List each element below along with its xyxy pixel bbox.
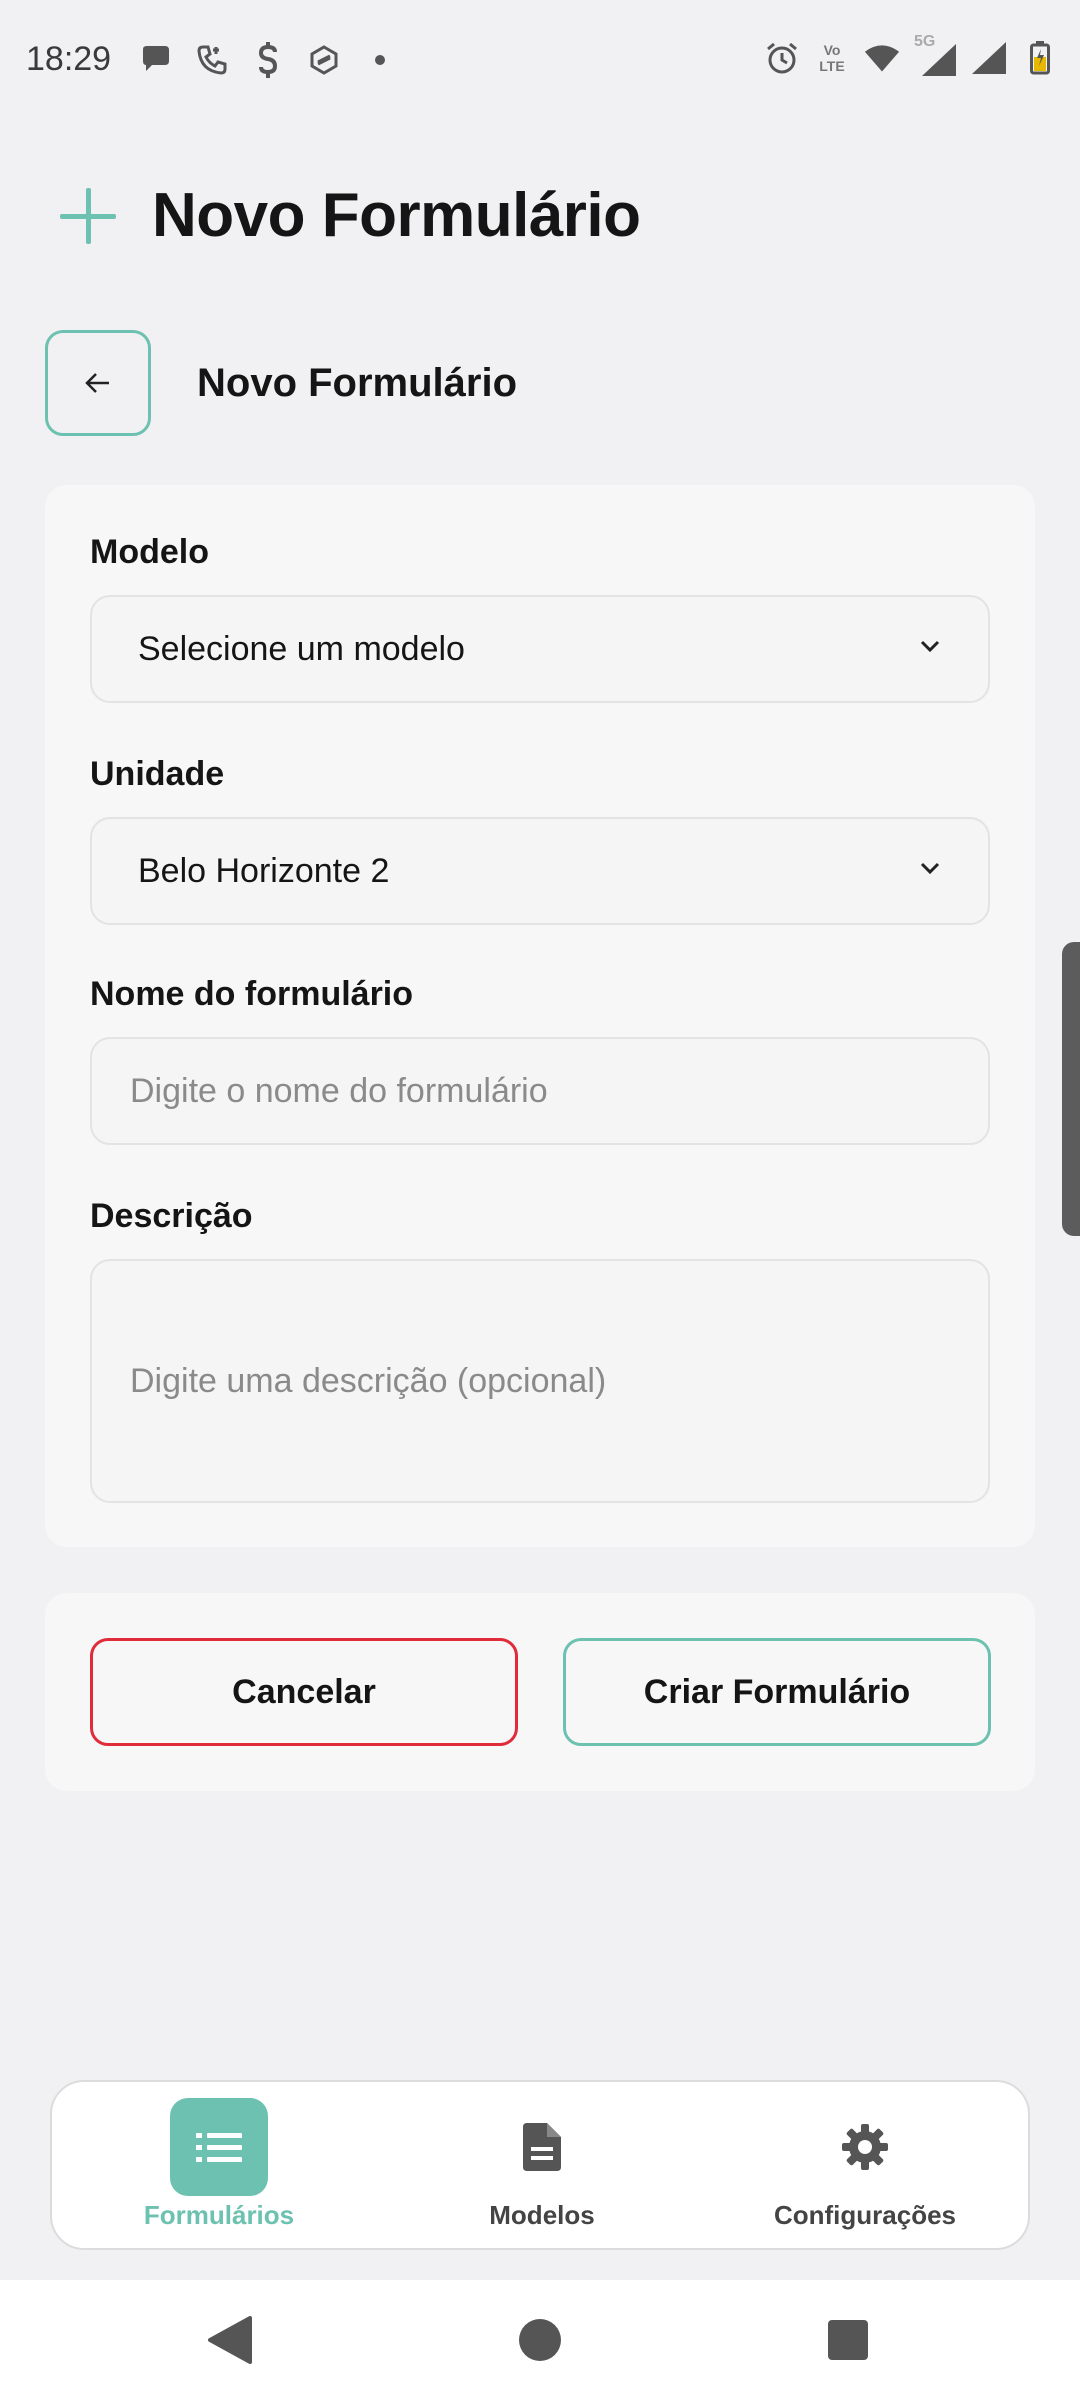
- status-time: 18:29: [26, 40, 112, 78]
- nav-label: Modelos: [489, 2200, 595, 2230]
- document-icon: [523, 2123, 561, 2171]
- subheader-title: Novo Formulário: [197, 360, 518, 405]
- bottom-nav: Formulários Modelos Configurações: [50, 2080, 1030, 2250]
- description-placeholder: Digite uma descrição (opcional): [130, 1361, 607, 1400]
- nav-item-modelos[interactable]: Modelos: [392, 2082, 692, 2252]
- unit-select-value: Belo Horizonte 2: [138, 851, 390, 890]
- status-bar: 18:29 Vo LTE 5G: [0, 0, 1080, 120]
- form-name-input[interactable]: Digite o nome do formulário: [90, 1037, 990, 1145]
- signal-icon: [972, 40, 1008, 76]
- phone-icon: [194, 42, 230, 78]
- description-textarea[interactable]: Digite uma descrição (opcional): [90, 1259, 990, 1503]
- app-icon: [306, 42, 342, 78]
- chevron-down-icon: [920, 640, 940, 653]
- page-header: Novo Formulário: [60, 180, 641, 251]
- list-icon: [196, 2133, 242, 2162]
- form-name-placeholder: Digite o nome do formulário: [130, 1071, 548, 1110]
- recents-square-icon[interactable]: [828, 2320, 868, 2360]
- subheader: Novo Formulário: [45, 330, 517, 436]
- home-circle-icon[interactable]: [518, 2318, 562, 2362]
- volte-icon: Vo LTE: [819, 42, 845, 74]
- nav-item-configuracoes[interactable]: Configurações: [715, 2082, 1015, 2252]
- description-label: Descrição: [90, 1197, 253, 1235]
- name-label: Nome do formulário: [90, 975, 414, 1013]
- model-select-value: Selecione um modelo: [138, 629, 465, 668]
- dollar-icon: [250, 42, 286, 78]
- nav-label: Configurações: [773, 2200, 957, 2230]
- wifi-icon: [864, 40, 900, 76]
- chat-icon: [138, 42, 174, 78]
- form-card: Modelo Selecione um modelo Unidade Belo …: [45, 485, 1035, 1547]
- back-button[interactable]: [45, 330, 151, 436]
- cancel-button[interactable]: Cancelar: [90, 1638, 518, 1746]
- battery-icon: [1022, 40, 1058, 76]
- nav-item-formularios[interactable]: Formulários: [69, 2082, 369, 2252]
- back-triangle-icon[interactable]: [206, 2316, 252, 2364]
- actions-card: Cancelar Criar Formulário: [45, 1593, 1035, 1791]
- status-notification-icons: [138, 42, 398, 78]
- plus-icon: [60, 187, 116, 244]
- arrow-left-icon: [85, 373, 109, 393]
- status-system-icons: Vo LTE 5G: [764, 34, 1058, 76]
- system-nav-bar: [0, 2280, 1080, 2400]
- model-select[interactable]: Selecione um modelo: [90, 595, 990, 703]
- signal-5g-icon: 5G: [914, 34, 958, 76]
- scroll-handle[interactable]: [1062, 942, 1080, 1236]
- gear-icon: [842, 2124, 888, 2170]
- model-label: Modelo: [90, 533, 209, 571]
- unit-select[interactable]: Belo Horizonte 2: [90, 817, 990, 925]
- dot-icon: [362, 42, 398, 78]
- create-form-button[interactable]: Criar Formulário: [563, 1638, 991, 1746]
- page-title: Novo Formulário: [152, 181, 641, 250]
- alarm-icon: [764, 40, 800, 76]
- chevron-down-icon: [920, 862, 940, 875]
- unit-label: Unidade: [90, 755, 225, 793]
- nav-label: Formulários: [143, 2200, 295, 2230]
